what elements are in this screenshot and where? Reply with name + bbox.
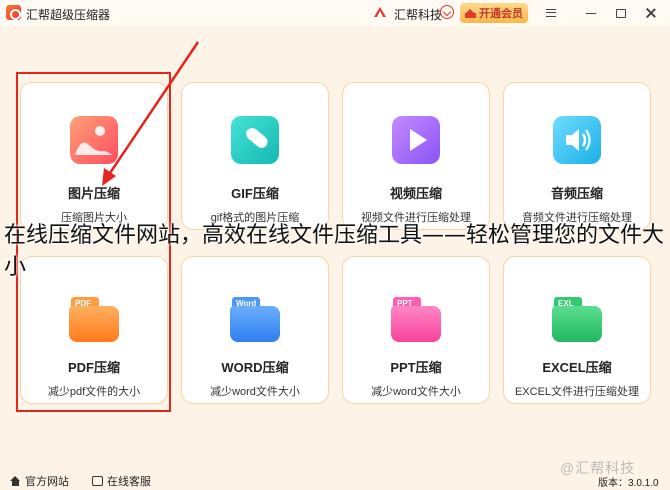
card-title: EXCEL压缩	[542, 360, 612, 375]
card-title: WORD压缩	[221, 360, 289, 375]
card-desc: 视频文件进行压缩处理	[361, 212, 471, 224]
play-icon	[392, 116, 440, 164]
word-folder-icon: Word	[230, 293, 280, 343]
card-title: PDF压缩	[67, 360, 120, 375]
menu-icon[interactable]	[542, 4, 560, 22]
card-image-compress[interactable]: 图片压缩 压缩图片大小	[20, 82, 168, 230]
card-desc: 音频文件进行压缩处理	[522, 212, 632, 224]
card-video-compress[interactable]: 视频压缩 视频文件进行压缩处理	[342, 82, 490, 230]
ppt-folder-icon: PPT	[391, 293, 441, 343]
service-icon	[92, 476, 103, 486]
card-title: 图片压缩	[67, 186, 120, 201]
card-ppt-compress[interactable]: PPT PPT压缩 减少word文件大小	[342, 256, 490, 404]
brand-logo-icon	[374, 7, 386, 17]
home-icon	[10, 476, 21, 486]
title-bar: 汇帮超级压缩器 汇帮科技 开通会员	[0, 0, 670, 26]
card-word-compress[interactable]: Word WORD压缩 减少word文件大小	[181, 256, 329, 404]
card-desc: 减少pdf文件的大小	[47, 386, 141, 398]
vip-badge-icon[interactable]	[440, 5, 454, 19]
online-service-label: 在线客服	[107, 476, 151, 488]
gif-icon	[231, 116, 279, 164]
card-desc: 压缩图片大小	[61, 212, 127, 224]
open-vip-button[interactable]: 开通会员	[460, 3, 528, 23]
pdf-folder-icon: PDF	[69, 293, 119, 343]
card-desc: EXCEL文件进行压缩处理	[514, 386, 640, 398]
official-website-link[interactable]: 官方网站	[10, 473, 69, 489]
brand-name: 汇帮科技	[394, 8, 443, 22]
card-title: PPT压缩	[390, 360, 442, 375]
card-title: 音频压缩	[550, 186, 603, 201]
version-label: 版本：3.0.1.0	[598, 478, 659, 489]
image-icon	[70, 116, 118, 164]
card-excel-compress[interactable]: EXL EXCEL压缩 EXCEL文件进行压缩处理	[503, 256, 651, 404]
card-title: GIF压缩	[231, 186, 279, 201]
crown-icon	[465, 8, 476, 18]
minimize-icon[interactable]	[582, 4, 600, 22]
card-desc: 减少word文件大小	[210, 386, 300, 398]
online-service-link[interactable]: 在线客服	[92, 473, 151, 489]
card-audio-compress[interactable]: 音频压缩 音频文件进行压缩处理	[503, 82, 651, 230]
card-title: 视频压缩	[389, 186, 442, 201]
excel-folder-icon: EXL	[552, 293, 602, 343]
close-icon[interactable]	[642, 4, 660, 22]
app-logo-icon	[6, 5, 21, 20]
red-arrow-annotation	[102, 41, 200, 186]
app-title: 汇帮超级压缩器	[26, 8, 111, 22]
open-vip-label: 开通会员	[479, 8, 523, 20]
maximize-icon[interactable]	[612, 4, 630, 22]
card-pdf-compress[interactable]: PDF PDF压缩 减少pdf文件的大小	[20, 256, 168, 404]
card-desc: 减少word文件大小	[371, 386, 461, 398]
speaker-icon	[553, 116, 601, 164]
official-website-label: 官方网站	[25, 476, 69, 488]
card-desc: gif格式的图片压缩	[210, 212, 300, 224]
card-gif-compress[interactable]: GIF压缩 gif格式的图片压缩	[181, 82, 329, 230]
